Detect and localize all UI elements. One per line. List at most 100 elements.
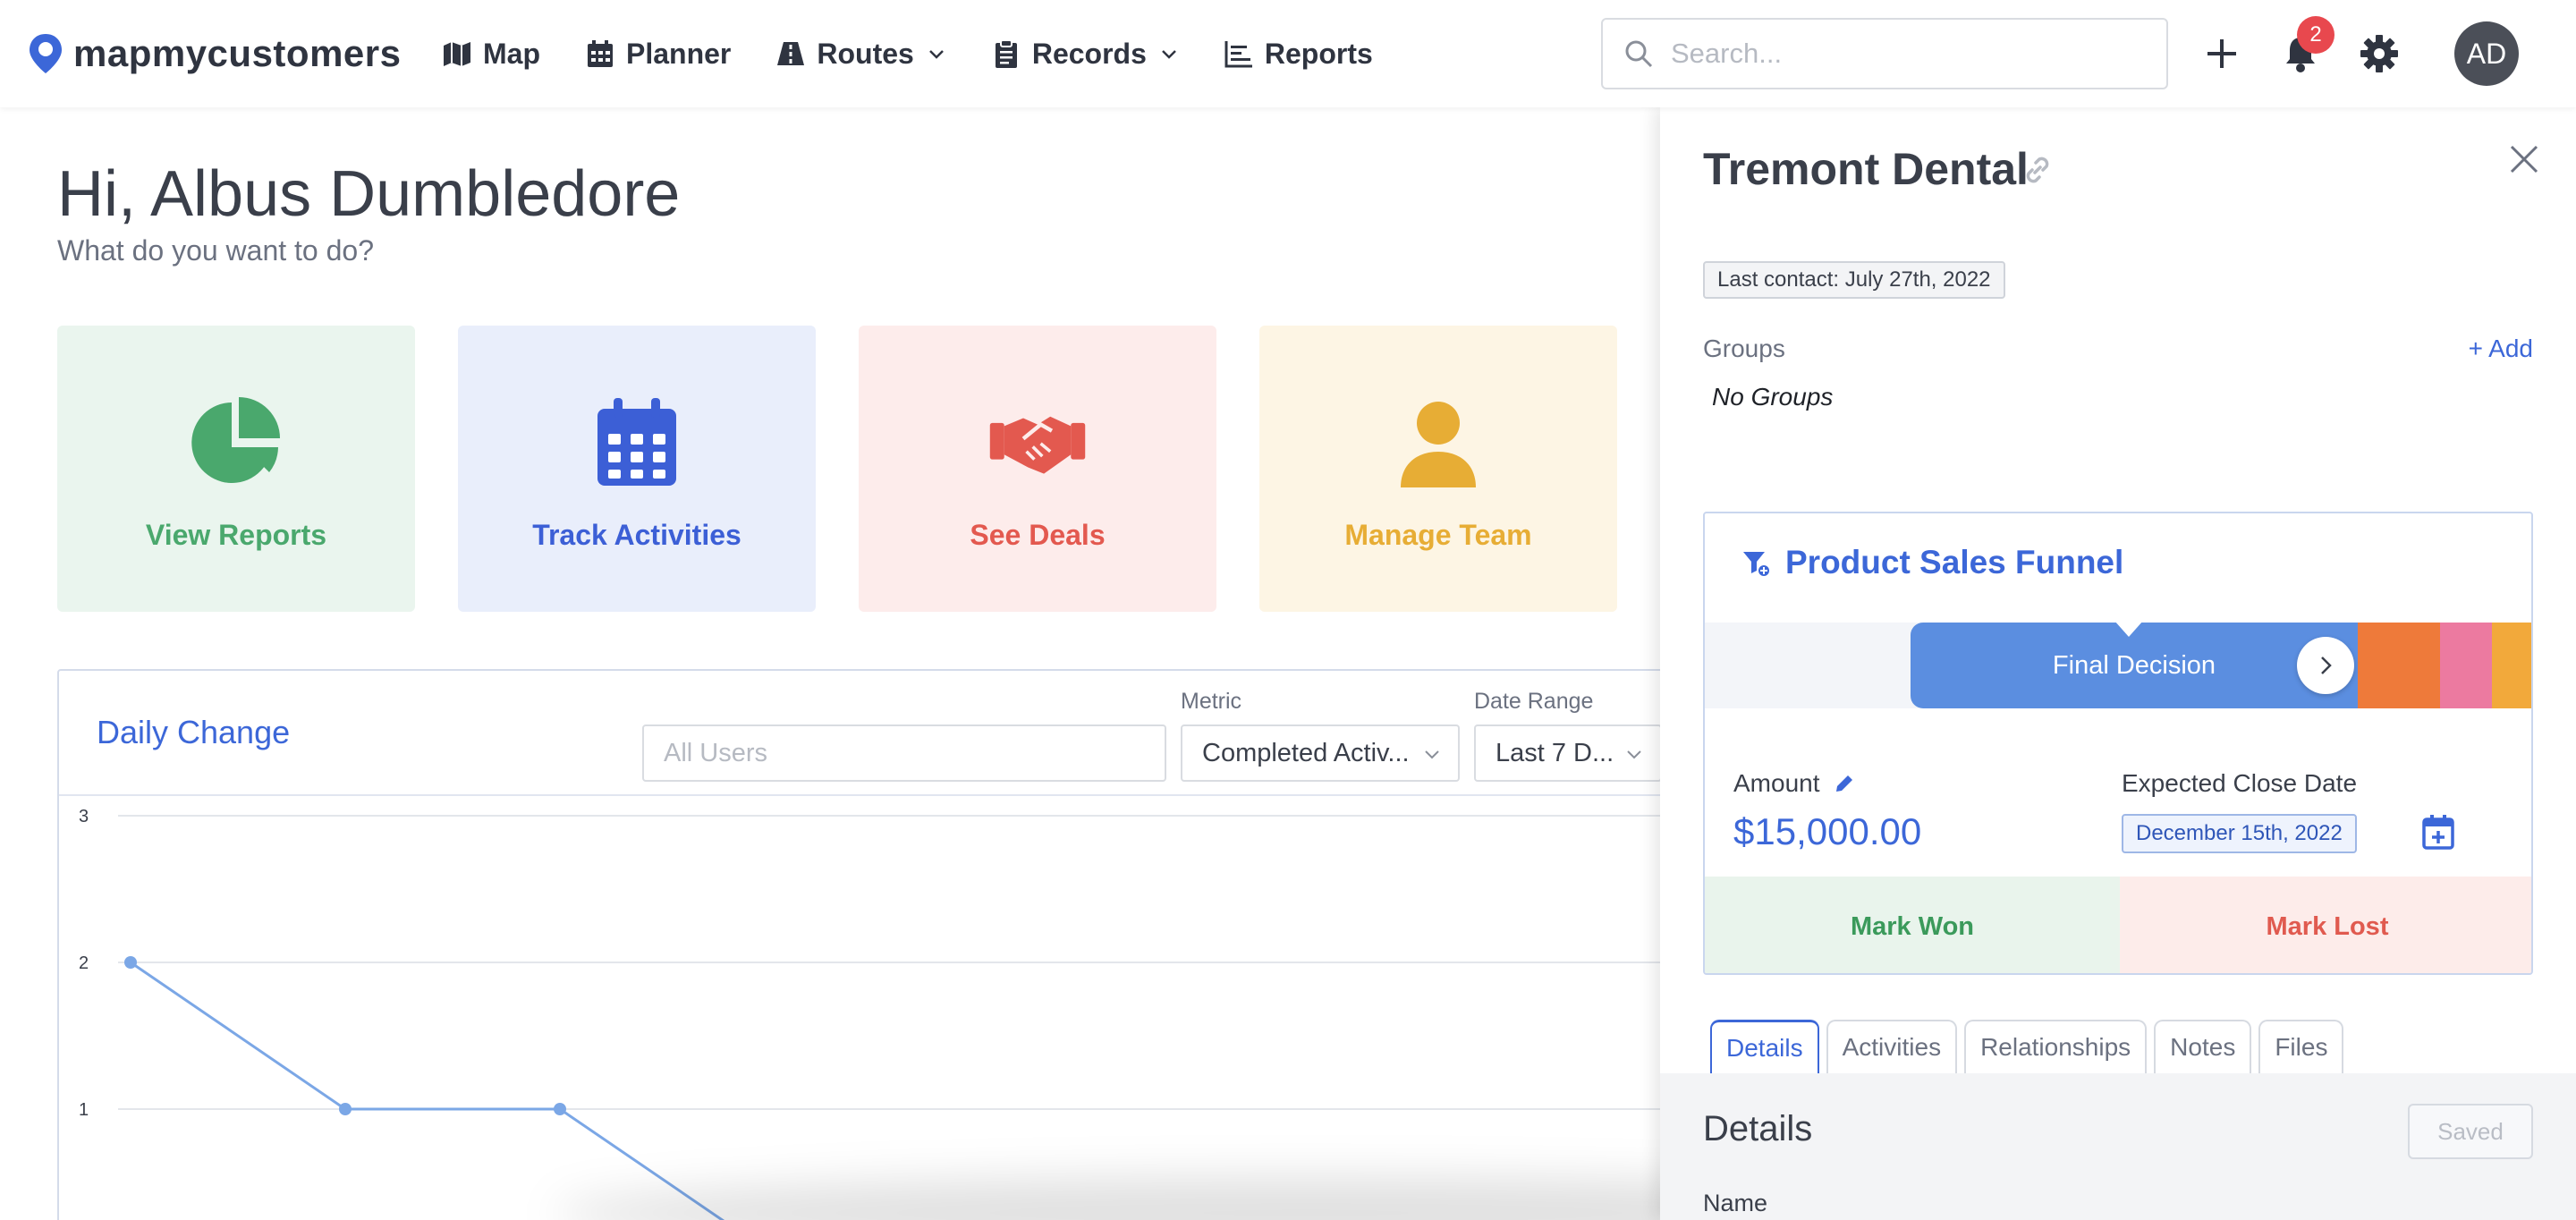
saved-button[interactable]: Saved	[2408, 1104, 2533, 1159]
details-section: Details Saved Name	[1660, 1073, 2576, 1220]
y-tick-label: 3	[79, 807, 89, 826]
close-icon[interactable]	[2506, 141, 2542, 177]
stage-segment[interactable]	[2358, 623, 2440, 708]
tile-view-reports-label: View Reports	[145, 519, 327, 551]
nav-reports[interactable]: Reports	[1224, 32, 1373, 75]
chevron-down-icon	[1627, 750, 1641, 759]
tile-manage-team-label: Manage Team	[1344, 519, 1532, 551]
calendar-icon	[588, 40, 613, 67]
chart-icon	[1224, 41, 1252, 68]
nav-routes-label: Routes	[817, 37, 914, 70]
clipboard-icon	[995, 39, 1017, 68]
name-field-label: Name	[1703, 1190, 1768, 1216]
settings-button[interactable]	[2356, 30, 2402, 77]
tab-notes[interactable]: Notes	[2154, 1020, 2252, 1073]
stage-segment[interactable]	[2492, 623, 2531, 708]
data-point[interactable]	[339, 1103, 352, 1115]
chevron-right-icon	[2321, 657, 2332, 674]
tab-details[interactable]: Details	[1710, 1020, 1819, 1073]
person-icon	[1389, 394, 1487, 492]
chevron-down-icon	[1425, 750, 1439, 759]
tile-see-deals-label: See Deals	[970, 519, 1106, 551]
nav-planner-label: Planner	[626, 37, 732, 70]
tab-activities[interactable]: Activities	[1826, 1020, 1958, 1073]
metric-select[interactable]: Completed Activ...	[1181, 724, 1460, 782]
amount-label: Amount	[1733, 769, 1820, 797]
data-point[interactable]	[124, 956, 137, 969]
funnel-header[interactable]: Product Sales Funnel	[1741, 544, 2123, 581]
metric-label: Metric	[1181, 689, 1242, 714]
tile-view-reports[interactable]: View Reports	[57, 326, 415, 612]
metric-select-value: Completed Activ...	[1202, 738, 1410, 767]
deal-funnel-card: Product Sales Funnel Final Decision Amou…	[1703, 512, 2533, 975]
logo-pin-icon	[30, 34, 62, 73]
search-input[interactable]	[1671, 38, 2154, 70]
mark-lost-button[interactable]: Mark Lost	[2120, 877, 2531, 973]
tab-relationships[interactable]: Relationships	[1964, 1020, 2148, 1073]
app-logo[interactable]: mapmycustomers	[27, 32, 401, 75]
close-date-label: Expected Close Date	[2122, 769, 2358, 797]
record-detail-panel: Tremont Dental Last contact: July 27th, …	[1660, 107, 2576, 1220]
nav-planner[interactable]: Planner	[585, 32, 731, 75]
pencil-icon[interactable]	[1833, 772, 1856, 795]
tile-manage-team[interactable]: Manage Team	[1259, 326, 1617, 612]
close-date-value[interactable]: December 15th, 2022	[2122, 814, 2357, 853]
stage-progress-bar: Final Decision	[1705, 621, 2531, 708]
tile-see-deals[interactable]: See Deals	[859, 326, 1216, 612]
chevron-down-icon	[928, 50, 944, 59]
notification-count-badge: 2	[2297, 16, 2334, 54]
pie-chart-icon	[187, 394, 285, 492]
search-icon	[1625, 40, 1653, 68]
groups-label: Groups	[1703, 335, 1785, 362]
nav-records-label: Records	[1031, 37, 1147, 70]
tab-files[interactable]: Files	[2258, 1020, 2344, 1073]
details-heading: Details	[1703, 1109, 1813, 1148]
greeting-title: Hi, Albus Dumbledore	[57, 158, 681, 230]
top-navigation-bar: mapmycustomers Map Planner Routes Record…	[0, 0, 2576, 107]
add-button[interactable]	[2199, 30, 2245, 77]
amount-value[interactable]: $15,000.00	[1733, 810, 1921, 853]
next-stage-button[interactable]	[2297, 637, 2354, 694]
stage-pointer	[2114, 621, 2143, 637]
users-filter[interactable]: All Users	[642, 724, 1166, 782]
link-icon[interactable]	[2020, 152, 2055, 188]
tile-track-activities[interactable]: Track Activities	[458, 326, 816, 612]
data-point[interactable]	[554, 1103, 566, 1115]
chevron-down-icon	[1161, 50, 1176, 59]
greeting-subtitle: What do you want to do?	[57, 234, 374, 267]
tile-track-activities-label: Track Activities	[532, 519, 741, 551]
funnel-name: Product Sales Funnel	[1785, 544, 2124, 580]
record-title: Tremont Dental	[1703, 144, 2029, 194]
daily-change-title: Daily Change	[97, 714, 291, 750]
date-range-label: Date Range	[1474, 689, 1594, 714]
calendar-add-icon[interactable]	[2420, 812, 2456, 851]
daily-change-line-chart: 3 2 1	[79, 807, 1755, 1220]
logo-text: mapmycustomers	[73, 32, 402, 74]
plus-icon	[2207, 39, 2236, 68]
nav-map[interactable]: Map	[442, 32, 540, 75]
nav-reports-label: Reports	[1264, 37, 1373, 70]
road-icon	[777, 42, 805, 65]
series-line	[130, 961, 725, 1220]
funnel-icon	[1743, 552, 1771, 578]
gear-icon	[2360, 35, 2398, 72]
main-nav: Map Planner Routes Records Reports	[442, 32, 1373, 75]
global-search[interactable]	[1601, 18, 2168, 89]
date-range-select[interactable]: Last 7 D...	[1474, 724, 1662, 782]
nav-routes[interactable]: Routes	[775, 32, 945, 75]
map-icon	[444, 42, 470, 66]
add-group-link[interactable]: + Add	[2469, 335, 2533, 363]
nav-map-label: Map	[483, 37, 540, 70]
handshake-icon	[988, 394, 1087, 492]
mark-won-button[interactable]: Mark Won	[1705, 877, 2120, 973]
date-range-select-value: Last 7 D...	[1496, 738, 1614, 767]
last-contact-badge: Last contact: July 27th, 2022	[1703, 261, 2005, 299]
nav-records[interactable]: Records	[991, 32, 1179, 75]
amount-label-row: Amount	[1733, 769, 1856, 798]
y-tick-label: 1	[79, 1100, 89, 1120]
daily-change-card: Daily Change All Users Metric Completed …	[57, 669, 1757, 1220]
stage-active-label: Final Decision	[2052, 650, 2216, 680]
no-groups-text: No Groups	[1712, 383, 1834, 411]
user-avatar[interactable]: AD	[2454, 21, 2519, 86]
y-tick-label: 2	[79, 953, 89, 973]
